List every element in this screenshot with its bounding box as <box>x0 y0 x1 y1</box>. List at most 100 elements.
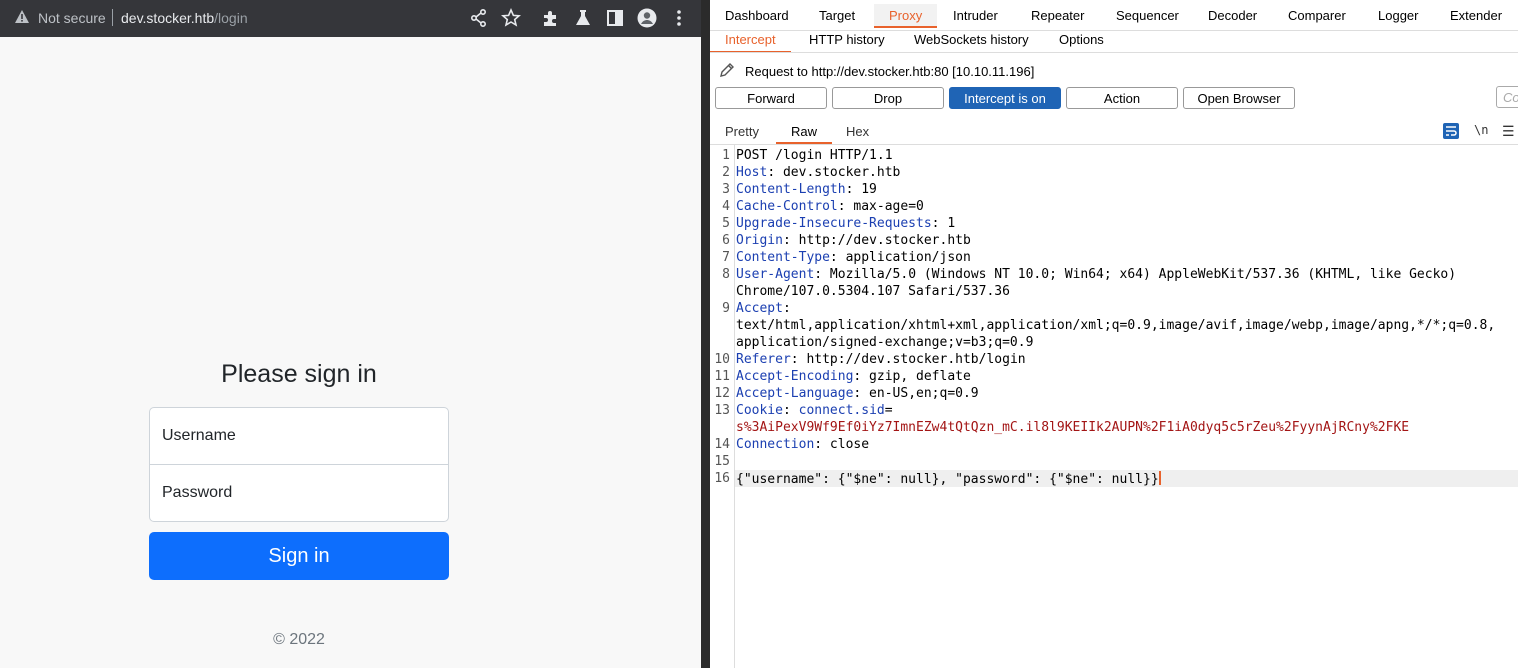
tab-hex[interactable]: Hex <box>846 122 869 142</box>
tab-logger[interactable]: Logger <box>1378 4 1418 26</box>
line-number: 1 <box>722 148 730 163</box>
url-path: /login <box>214 10 248 26</box>
tab-http-history[interactable]: HTTP history <box>809 29 885 51</box>
share-icon[interactable] <box>469 8 489 28</box>
header-name: User-Agent <box>736 267 815 282</box>
header-name: Accept <box>736 301 783 316</box>
header-name: Accept-Language <box>736 386 854 401</box>
wrap-lines-icon[interactable] <box>1443 123 1459 139</box>
header-line: User-Agent: Mozilla/5.0 (Windows NT 10.0… <box>736 267 1457 282</box>
copyright-text: © 2022 <box>273 631 325 648</box>
tab-dashboard[interactable]: Dashboard <box>725 4 789 26</box>
tab-extender[interactable]: Extender <box>1450 4 1502 26</box>
tab-target[interactable]: Target <box>819 4 855 26</box>
header-name: Cache-Control <box>736 199 838 214</box>
extensions-icon[interactable] <box>541 8 561 28</box>
labs-icon[interactable] <box>573 8 593 28</box>
header-name: Origin <box>736 233 783 248</box>
header-line: Content-Type: application/json <box>736 250 971 265</box>
header-value: http://dev.stocker.htb/login <box>798 352 1026 367</box>
line-number: 16 <box>714 471 730 486</box>
line-number: 6 <box>722 233 730 248</box>
page-content: Please sign in Sign in © 2022 <box>0 37 701 668</box>
header-value: 19 <box>853 182 877 197</box>
drop-button[interactable]: Drop <box>832 87 944 109</box>
header-name: Accept-Encoding <box>736 369 854 384</box>
tab-intruder[interactable]: Intruder <box>953 4 998 26</box>
header-line: Cookie: connect.sid= <box>736 403 893 418</box>
header-name: Content-Type <box>736 250 830 265</box>
line-number: 14 <box>714 437 730 452</box>
address-bar[interactable]: Not secure dev.stocker.htb/login <box>0 0 701 37</box>
hamburger-menu-icon[interactable]: ☰ <box>1502 123 1515 139</box>
comment-field[interactable]: Co <box>1496 86 1518 108</box>
pencil-icon <box>720 63 734 77</box>
header-value: application/json <box>837 250 971 265</box>
header-continuation: text/html,application/xhtml+xml,applicat… <box>736 318 1496 333</box>
cookie-name: connect.sid <box>798 403 885 418</box>
intercept-toggle-button[interactable]: Intercept is on <box>949 87 1061 109</box>
tab-comparer[interactable]: Comparer <box>1288 4 1346 26</box>
login-form <box>149 407 449 522</box>
line-number: 8 <box>722 267 730 282</box>
tab-repeater[interactable]: Repeater <box>1031 4 1084 26</box>
request-editor[interactable]: 1 2 3 4 5 6 7 8 9 10 11 12 13 14 15 16 P… <box>710 145 1518 668</box>
message-view-tab-bar: Pretty Raw Hex <box>710 122 1518 145</box>
header-line: Cache-Control: max-age=0 <box>736 199 924 214</box>
line-number: 12 <box>714 386 730 401</box>
sign-in-button[interactable]: Sign in <box>149 532 449 580</box>
header-line: Host: dev.stocker.htb <box>736 165 901 180</box>
forward-button[interactable]: Forward <box>715 87 827 109</box>
security-label[interactable]: Not secure <box>38 10 106 26</box>
header-line: Accept: <box>736 301 791 316</box>
password-input[interactable] <box>150 465 448 521</box>
newline-icon[interactable]: \n <box>1474 123 1488 139</box>
header-name: Host <box>736 165 768 180</box>
header-line: Accept-Language: en-US,en;q=0.9 <box>736 386 979 401</box>
tab-proxy[interactable]: Proxy <box>874 4 938 28</box>
menu-icon[interactable] <box>669 8 689 28</box>
text-caret <box>1158 471 1161 485</box>
tab-raw[interactable]: Raw <box>776 122 833 144</box>
warning-icon[interactable] <box>14 9 30 25</box>
json-body-line: {"username": {"$ne": null}, "password": … <box>736 471 1161 487</box>
line-number: 9 <box>722 301 730 316</box>
address-divider <box>112 9 113 26</box>
line-number: 2 <box>722 165 730 180</box>
action-button[interactable]: Action <box>1066 87 1178 109</box>
json-body: {"username": {"$ne": null}, "password": … <box>736 472 1159 487</box>
request-line: POST /login HTTP/1.1 <box>736 148 893 163</box>
header-name: Connection <box>736 437 815 452</box>
header-name: Upgrade-Insecure-Requests <box>736 216 932 231</box>
line-number: 10 <box>714 352 730 367</box>
tab-intercept[interactable]: Intercept <box>710 29 791 53</box>
header-value: en-US,en;q=0.9 <box>861 386 979 401</box>
header-name: Cookie <box>736 403 783 418</box>
header-continuation: application/signed-exchange;v=b3;q=0.9 <box>736 335 1034 350</box>
open-browser-button[interactable]: Open Browser <box>1183 87 1295 109</box>
header-line: Connection: close <box>736 437 870 452</box>
sidepanel-icon[interactable] <box>605 8 625 28</box>
header-value: http://dev.stocker.htb <box>790 233 971 248</box>
tab-websockets-history[interactable]: WebSockets history <box>914 29 1029 51</box>
line-number: 7 <box>722 250 730 265</box>
proxy-sub-tab-bar: Intercept HTTP history WebSockets histor… <box>710 29 1518 53</box>
tab-sequencer[interactable]: Sequencer <box>1116 4 1179 26</box>
profile-icon[interactable] <box>637 8 657 28</box>
star-icon[interactable] <box>501 8 521 28</box>
header-line: Upgrade-Insecure-Requests: 1 <box>736 216 956 231</box>
url-host: dev.stocker.htb <box>121 10 215 26</box>
header-value: 1 <box>939 216 956 231</box>
request-info: Request to http://dev.stocker.htb:80 [10… <box>745 64 1035 79</box>
header-value: gzip, deflate <box>861 369 971 384</box>
tab-pretty[interactable]: Pretty <box>725 122 759 142</box>
tab-options[interactable]: Options <box>1059 29 1104 51</box>
burp-window: Dashboard Target Proxy Intruder Repeater… <box>710 0 1518 668</box>
tab-decoder[interactable]: Decoder <box>1208 4 1257 26</box>
header-value: dev.stocker.htb <box>775 165 901 180</box>
username-input[interactable] <box>150 408 448 464</box>
url-text[interactable]: dev.stocker.htb/login <box>121 10 248 26</box>
sub-tab-underline <box>710 52 1518 53</box>
header-name: Content-Length <box>736 182 846 197</box>
line-number: 4 <box>722 199 730 214</box>
